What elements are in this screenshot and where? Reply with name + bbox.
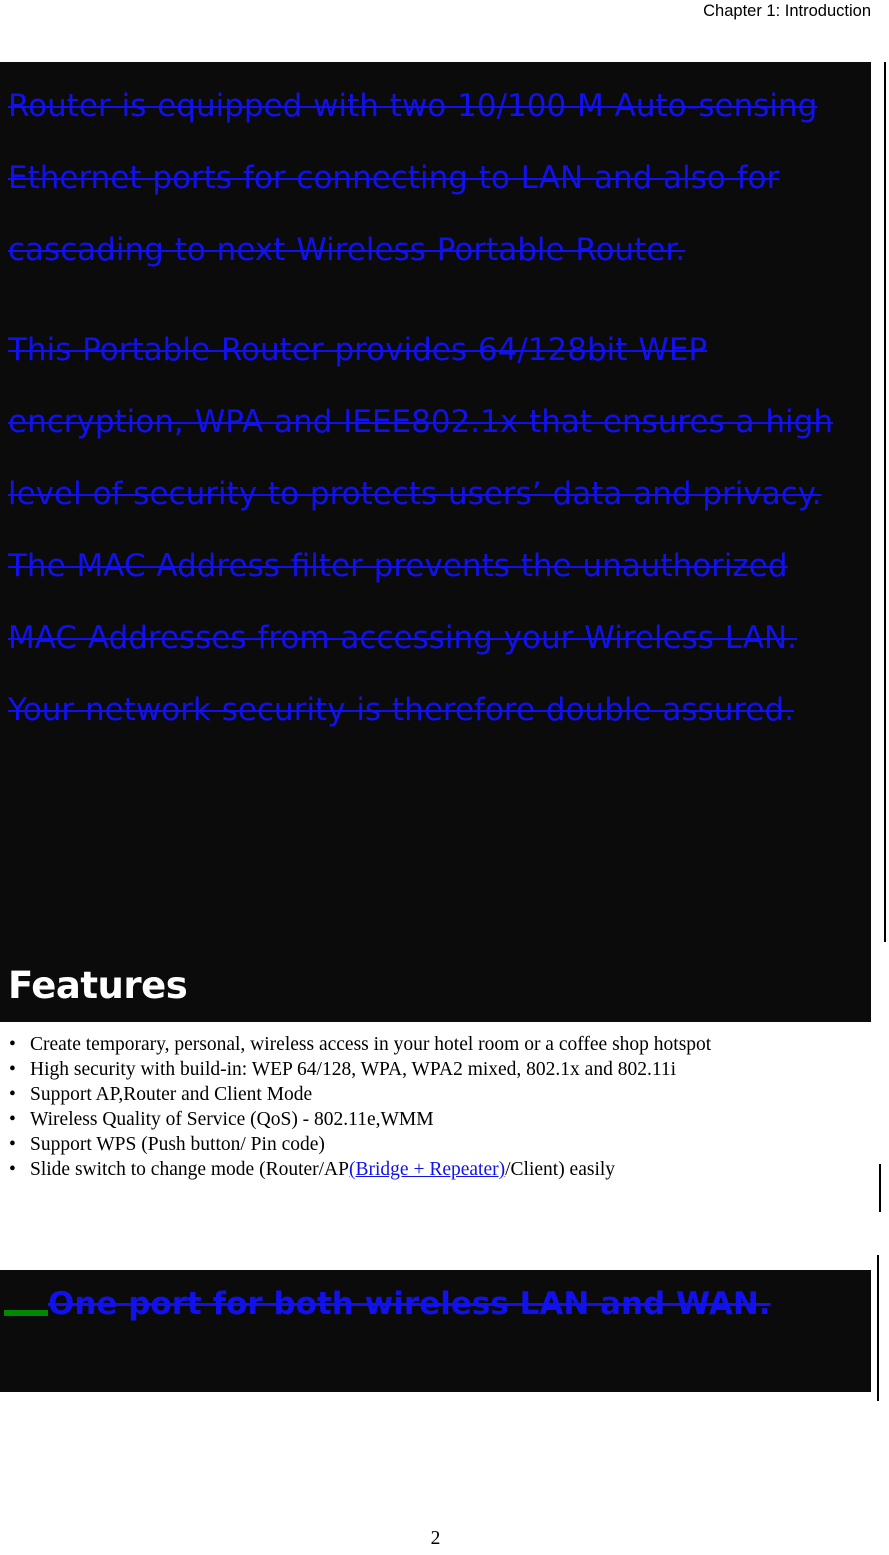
- list-item-text: Create temporary, personal, wireless acc…: [30, 1034, 712, 1055]
- list-item: • Slide switch to change mode (Router/AP…: [0, 1157, 871, 1182]
- list-item-text: Slide switch to change mode (Router/AP: [30, 1159, 349, 1180]
- deleted-text-block-top: Router is equipped with two 10/100 M Aut…: [0, 62, 871, 1022]
- bullet-icon: •: [9, 1159, 16, 1180]
- bullet-icon: •: [9, 1084, 16, 1105]
- list-item-text: Support AP,Router and Client Mode: [30, 1084, 313, 1105]
- inserted-text: (Bridge + Repeater): [349, 1159, 506, 1180]
- features-heading: Features: [8, 964, 188, 1007]
- deleted-list-item: One port for both wireless LAN and WAN.: [0, 1270, 857, 1333]
- list-item: • High security with build-in: WEP 64/12…: [0, 1057, 871, 1082]
- change-bar-bottom: [877, 1255, 879, 1401]
- list-item-text: Wireless Quality of Service (QoS) - 802.…: [30, 1109, 434, 1130]
- change-bar-list: [879, 1164, 881, 1212]
- bullet-icon: •: [9, 1059, 16, 1080]
- list-item: • Support WPS (Push button/ Pin code): [0, 1132, 871, 1157]
- list-item-text-tail: /Client) easily: [505, 1159, 616, 1180]
- deleted-text-block-bottom: One port for both wireless LAN and WAN.: [0, 1270, 871, 1392]
- dash-bullet-icon: [4, 1310, 48, 1316]
- bullet-icon: •: [9, 1109, 16, 1130]
- list-item: • Wireless Quality of Service (QoS) - 80…: [0, 1107, 871, 1132]
- deleted-paragraph-1: Router is equipped with two 10/100 M Aut…: [8, 88, 818, 268]
- bullet-icon: •: [9, 1134, 16, 1155]
- change-bar-top: [884, 62, 886, 942]
- list-item-text: High security with build-in: WEP 64/128,…: [30, 1059, 677, 1080]
- bullet-icon: •: [9, 1034, 16, 1055]
- list-item: • Create temporary, personal, wireless a…: [0, 1032, 871, 1057]
- page-header-chapter-title: Chapter 1: Introduction: [703, 2, 871, 20]
- page-number: 2: [430, 1528, 441, 1549]
- deleted-paragraph-2: This Portable Router provides 64/128bit …: [8, 332, 833, 728]
- list-item-text: Support WPS (Push button/ Pin code): [30, 1134, 325, 1155]
- features-list: • Create temporary, personal, wireless a…: [0, 1032, 871, 1182]
- list-item: • Support AP,Router and Client Mode: [0, 1082, 871, 1107]
- deleted-list-item-text: One port for both wireless LAN and WAN.: [48, 1286, 771, 1322]
